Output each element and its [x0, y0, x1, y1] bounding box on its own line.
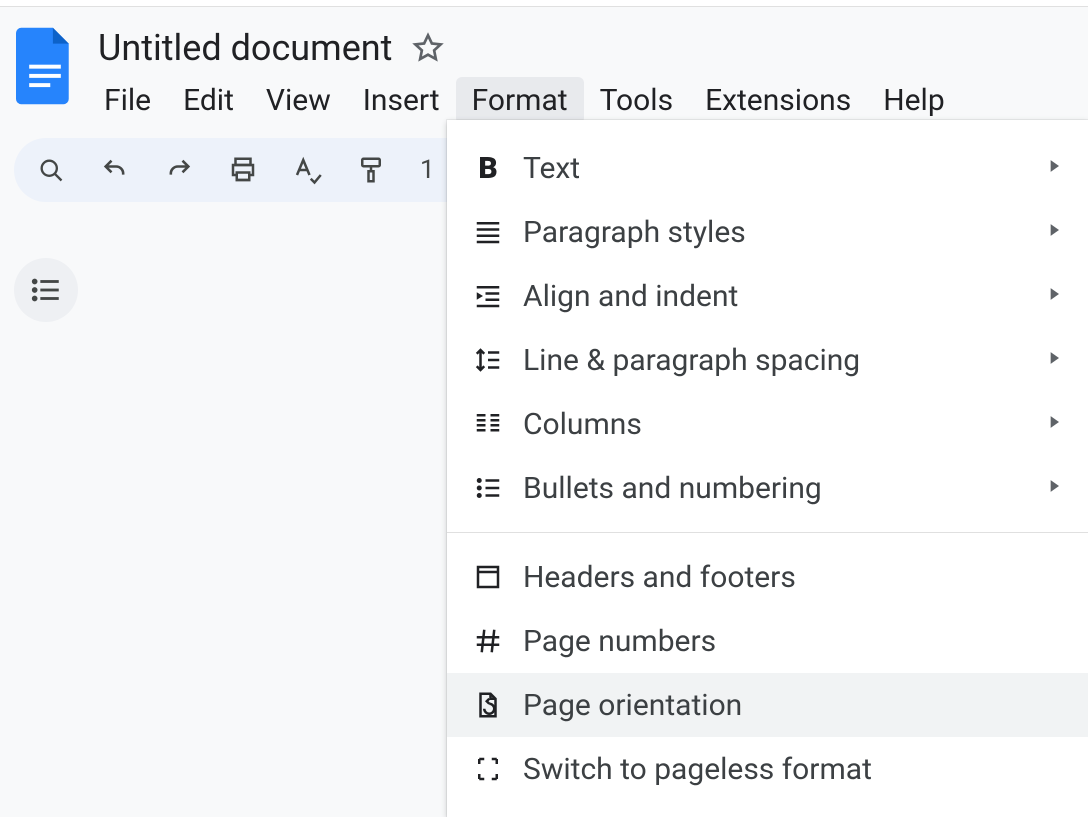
menu-bar: File Edit View Insert Format Tools Exten…	[88, 77, 961, 124]
spellcheck-icon[interactable]	[292, 155, 322, 185]
header-footer-icon	[471, 560, 505, 594]
bullets-icon	[471, 471, 505, 505]
star-icon[interactable]	[412, 32, 444, 64]
dropdown-label: Bullets and numbering	[523, 471, 1044, 506]
orientation-icon	[471, 688, 505, 722]
dropdown-bullets-numbering[interactable]: Bullets and numbering	[447, 456, 1088, 520]
dropdown-label: Columns	[523, 407, 1044, 442]
chevron-right-icon	[1044, 284, 1064, 308]
dropdown-label: Headers and footers	[523, 560, 1064, 595]
format-dropdown: B Text Paragraph styles Align and indent…	[447, 120, 1088, 817]
dropdown-text[interactable]: B Text	[447, 136, 1088, 200]
search-icon[interactable]	[36, 155, 66, 185]
document-title[interactable]: Untitled document	[98, 27, 392, 69]
hash-icon	[471, 624, 505, 658]
dropdown-headers-footers[interactable]: Headers and footers	[447, 545, 1088, 609]
dropdown-page-orientation[interactable]: Page orientation	[447, 673, 1088, 737]
dropdown-label: Line & paragraph spacing	[523, 343, 1044, 378]
dropdown-paragraph-styles[interactable]: Paragraph styles	[447, 200, 1088, 264]
menu-edit[interactable]: Edit	[167, 77, 250, 124]
outline-button[interactable]	[14, 258, 78, 322]
dropdown-label: Switch to pageless format	[523, 752, 1064, 787]
menu-insert[interactable]: Insert	[347, 77, 456, 124]
docs-logo[interactable]	[16, 27, 74, 105]
chevron-right-icon	[1044, 476, 1064, 500]
zoom-value[interactable]: 1	[420, 155, 435, 185]
chevron-right-icon	[1044, 412, 1064, 436]
dropdown-label: Page orientation	[523, 688, 1064, 723]
dropdown-label: Text	[523, 151, 1044, 186]
dropdown-line-spacing[interactable]: Line & paragraph spacing	[447, 328, 1088, 392]
redo-icon[interactable]	[164, 155, 194, 185]
print-icon[interactable]	[228, 155, 258, 185]
menu-format[interactable]: Format	[456, 77, 584, 124]
dropdown-page-numbers[interactable]: Page numbers	[447, 609, 1088, 673]
pageless-icon	[471, 752, 505, 786]
dropdown-label: Paragraph styles	[523, 215, 1044, 250]
dropdown-columns[interactable]: Columns	[447, 392, 1088, 456]
dropdown-label: Align and indent	[523, 279, 1044, 314]
undo-icon[interactable]	[100, 155, 130, 185]
menu-file[interactable]: File	[88, 77, 167, 124]
line-spacing-icon	[471, 343, 505, 377]
paragraph-icon	[471, 215, 505, 249]
paint-format-icon[interactable]	[356, 155, 386, 185]
bold-icon: B	[471, 151, 505, 185]
dropdown-align-indent[interactable]: Align and indent	[447, 264, 1088, 328]
columns-icon	[471, 407, 505, 441]
menu-help[interactable]: Help	[867, 77, 960, 124]
dropdown-label: Page numbers	[523, 624, 1064, 659]
chevron-right-icon	[1044, 156, 1064, 180]
chevron-right-icon	[1044, 348, 1064, 372]
separator	[447, 532, 1088, 533]
menu-tools[interactable]: Tools	[584, 77, 689, 124]
menu-extensions[interactable]: Extensions	[689, 77, 867, 124]
chevron-right-icon	[1044, 220, 1064, 244]
dropdown-pageless[interactable]: Switch to pageless format	[447, 737, 1088, 801]
menu-view[interactable]: View	[250, 77, 347, 124]
indent-icon	[471, 279, 505, 313]
